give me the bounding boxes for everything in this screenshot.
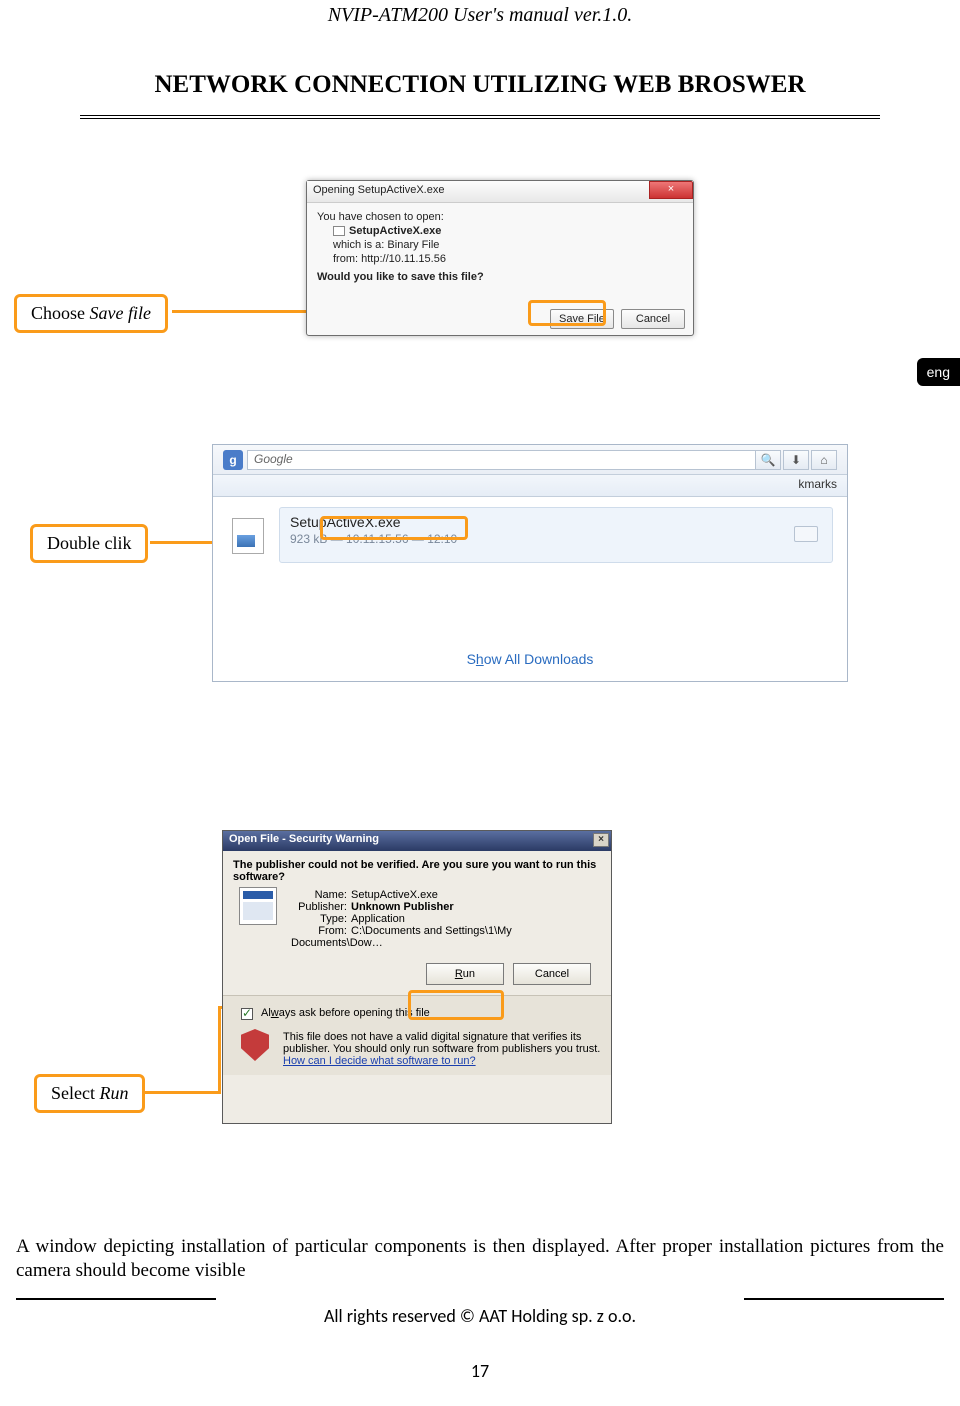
shield-icon — [241, 1029, 269, 1061]
dialog-titlebar: Open File - Security Warning × — [223, 831, 611, 851]
file-icon — [333, 226, 345, 236]
body-paragraph: A window depicting installation of parti… — [16, 1235, 944, 1283]
doc-header: NVIP-ATM200 User's manual ver.1.0. — [0, 0, 960, 27]
close-button[interactable]: × — [593, 833, 609, 847]
dialog-which: which is a: Binary File — [317, 239, 683, 251]
footer-rule — [16, 1298, 216, 1300]
dialog-titlebar: Opening SetupActiveX.exe × — [307, 181, 693, 203]
exe-file-icon — [232, 518, 264, 554]
callout-save-file: Choose Save file — [14, 294, 168, 333]
dialog-prompt: Would you like to save this file? — [317, 271, 683, 283]
dialog-title: Open File - Security Warning — [229, 833, 379, 845]
callout-italic: Run — [99, 1083, 128, 1103]
footer-rule — [744, 1298, 944, 1300]
open-file-dialog: Opening SetupActiveX.exe × You have chos… — [306, 180, 694, 336]
callout-text: Choose — [31, 303, 90, 323]
dialog-title: Opening SetupActiveX.exe — [313, 184, 444, 196]
search-input[interactable]: Google — [247, 450, 767, 470]
page-number: 17 — [0, 1360, 960, 1382]
search-icon[interactable]: 🔍 — [755, 450, 781, 470]
open-folder-icon[interactable] — [794, 526, 818, 542]
callout-text: Select — [51, 1083, 99, 1103]
button-row: Run Cancel — [223, 951, 611, 991]
highlight-run-button — [408, 990, 504, 1020]
callout-select-run: Select Run — [34, 1074, 145, 1113]
section-divider — [80, 115, 880, 119]
home-icon[interactable]: ⌂ — [811, 450, 837, 470]
callout-connector — [145, 1091, 221, 1094]
show-all-downloads-link[interactable]: Show All Downloads — [213, 651, 847, 667]
callout-italic: Save file — [90, 303, 151, 323]
bookmarks-bar: kmarks — [213, 475, 847, 497]
help-link[interactable]: How can I decide what software to run? — [283, 1055, 476, 1067]
dialog-line: You have chosen to open: — [317, 211, 683, 223]
highlight-download-name — [320, 516, 468, 540]
run-button[interactable]: Run — [426, 963, 504, 985]
security-warning-dialog: Open File - Security Warning × The publi… — [222, 830, 612, 1124]
footer-text: All rights reserved © AAT Holding sp. z … — [0, 1305, 960, 1327]
language-tab: eng — [917, 358, 960, 386]
signature-warning: This file does not have a valid digital … — [223, 1025, 611, 1075]
section-title: NETWORK CONNECTION UTILIZING WEB BROSWER — [0, 71, 960, 99]
always-ask-checkbox[interactable] — [241, 1008, 253, 1020]
cancel-button[interactable]: Cancel — [621, 309, 685, 329]
application-icon — [239, 887, 277, 925]
callout-text: Double clik — [47, 533, 131, 553]
warning-message: The publisher could not be verified. Are… — [223, 851, 611, 887]
google-logo-icon: g — [223, 450, 243, 470]
close-button[interactable]: × — [649, 181, 693, 199]
cancel-button[interactable]: Cancel — [513, 963, 591, 985]
callout-double-click: Double clik — [30, 524, 148, 563]
download-arrow-icon[interactable]: ⬇ — [783, 450, 809, 470]
dialog-from: from: http://10.11.15.56 — [317, 253, 683, 265]
callout-connector-v — [218, 1006, 221, 1094]
file-info: Name:SetupActiveX.exe Publisher:Unknown … — [223, 887, 611, 951]
downloads-panel: g Google 🔍 ⬇ ⌂ kmarks SetupActiveX.exe 9… — [212, 444, 848, 682]
browser-toolbar: g Google 🔍 ⬇ ⌂ — [213, 445, 847, 475]
highlight-save-file — [528, 300, 606, 326]
dialog-filename: SetupActiveX.exe — [317, 225, 683, 237]
